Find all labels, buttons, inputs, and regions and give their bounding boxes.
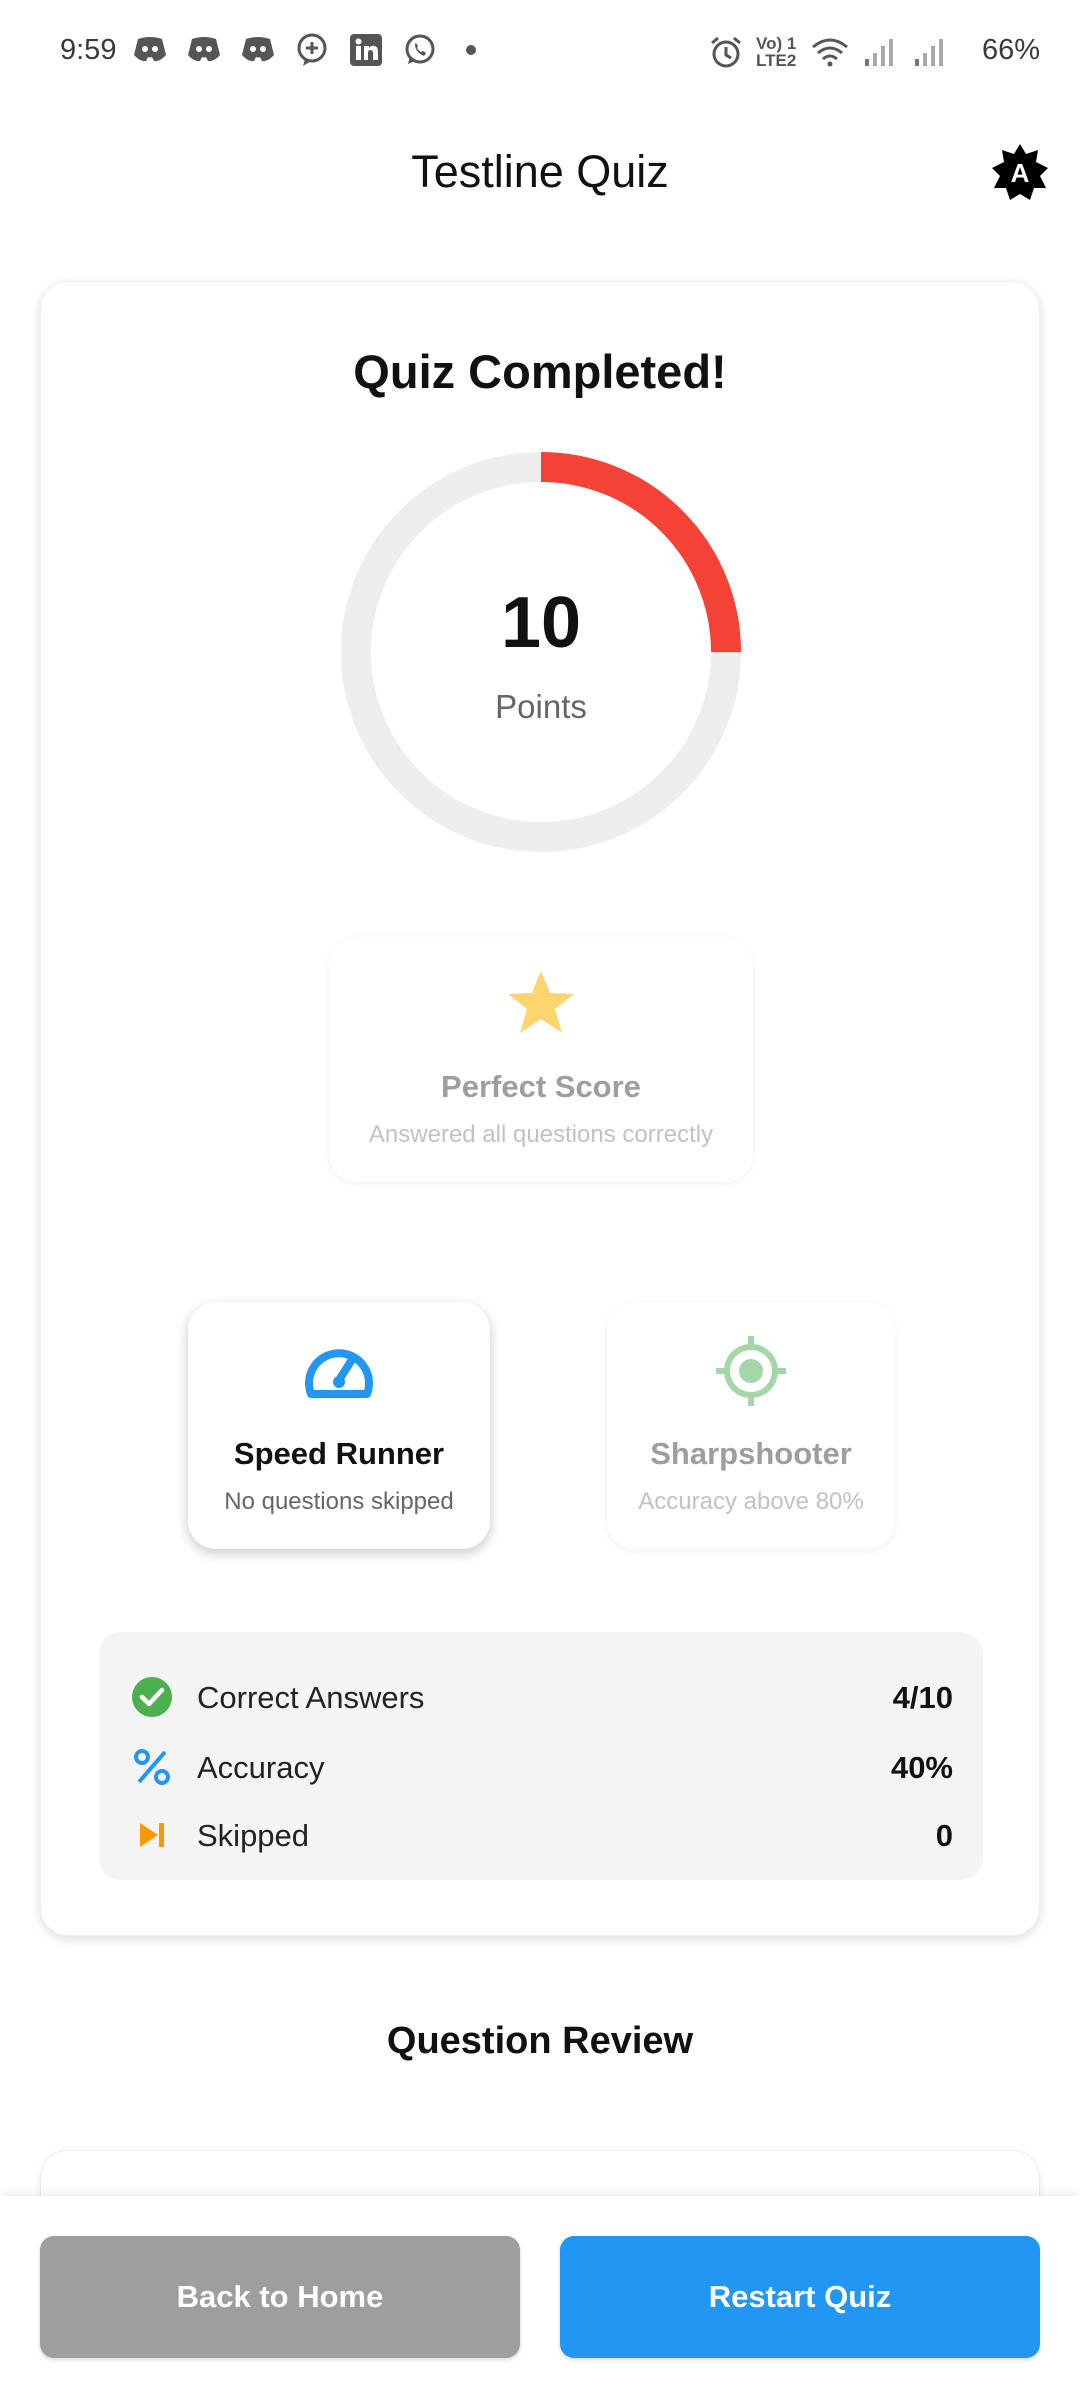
status-time: 9:59 — [60, 34, 117, 66]
stats-panel: Correct Answers 4/10 Accuracy 40% Skippe… — [99, 1632, 983, 1880]
stat-label: Correct Answers — [197, 1680, 425, 1715]
badge-perfect-score: Perfect Score Answered all questions cor… — [329, 937, 753, 1182]
system-icons: Vo) 1 LTE2 — [706, 32, 950, 72]
star-icon — [329, 969, 753, 1035]
badge-speed-runner: Speed Runner No questions skipped — [188, 1302, 490, 1549]
notification-icons — [130, 30, 476, 70]
discord-icon — [130, 30, 170, 70]
auto-brightness-icon: A — [992, 144, 1048, 200]
whatsapp-icon — [400, 30, 440, 70]
app-bar: Testline Quiz A — [0, 104, 1080, 234]
chat-plus-icon — [292, 30, 332, 70]
stat-label: Skipped — [197, 1818, 310, 1853]
crosshair-icon — [607, 1334, 895, 1408]
stat-value: 4/10 — [892, 1680, 953, 1715]
stat-value: 40% — [890, 1750, 953, 1785]
results-heading: Quiz Completed! — [353, 345, 727, 398]
badge-title: Speed Runner — [233, 1436, 445, 1471]
wifi-icon — [810, 32, 850, 72]
stat-skipped: Skipped 0 — [99, 1804, 983, 1864]
discord-icon — [238, 30, 278, 70]
check-circle-icon — [131, 1676, 173, 1718]
bottom-action-bar: Back to Home Restart Quiz — [0, 2196, 1080, 2400]
linkedin-icon — [346, 30, 386, 70]
score-value: 10 — [500, 583, 582, 663]
battery-level: 66% — [981, 34, 1040, 66]
svg-text:A: A — [1011, 158, 1030, 188]
badge-description: Accuracy above 80% — [638, 1488, 864, 1515]
signal-icon — [910, 32, 950, 72]
badge-sharpshooter: Sharpshooter Accuracy above 80% — [607, 1302, 895, 1549]
back-to-home-button[interactable]: Back to Home — [40, 2236, 520, 2358]
results-card: Quiz Completed! 10 Points Perfect Score … — [40, 281, 1040, 1936]
app-title: Testline Quiz — [411, 146, 669, 197]
stat-correct-answers: Correct Answers 4/10 — [99, 1666, 983, 1726]
question-review-heading: Question Review — [386, 2020, 694, 2062]
stat-accuracy: Accuracy 40% — [99, 1736, 983, 1796]
restart-quiz-button[interactable]: Restart Quiz — [560, 2236, 1040, 2358]
badge-title: Perfect Score — [441, 1069, 641, 1104]
signal-icon — [860, 32, 900, 72]
badge-description: Answered all questions correctly — [368, 1121, 714, 1148]
score-label: Points — [495, 688, 587, 725]
volte-icon: Vo) 1 LTE2 — [756, 34, 797, 70]
alarm-icon — [706, 32, 746, 72]
stat-label: Accuracy — [197, 1750, 325, 1785]
theme-toggle-button[interactable]: A — [990, 142, 1050, 202]
status-bar: 9:59 Vo) 1 LTE2 66% — [0, 0, 1080, 104]
skip-next-icon — [131, 1814, 173, 1856]
stat-value: 0 — [935, 1818, 953, 1853]
badge-description: No questions skipped — [224, 1488, 454, 1515]
discord-icon — [184, 30, 224, 70]
speedometer-icon — [188, 1340, 490, 1400]
percent-icon — [131, 1746, 173, 1788]
more-notifications-dot — [466, 45, 476, 55]
badge-title: Sharpshooter — [650, 1436, 852, 1471]
